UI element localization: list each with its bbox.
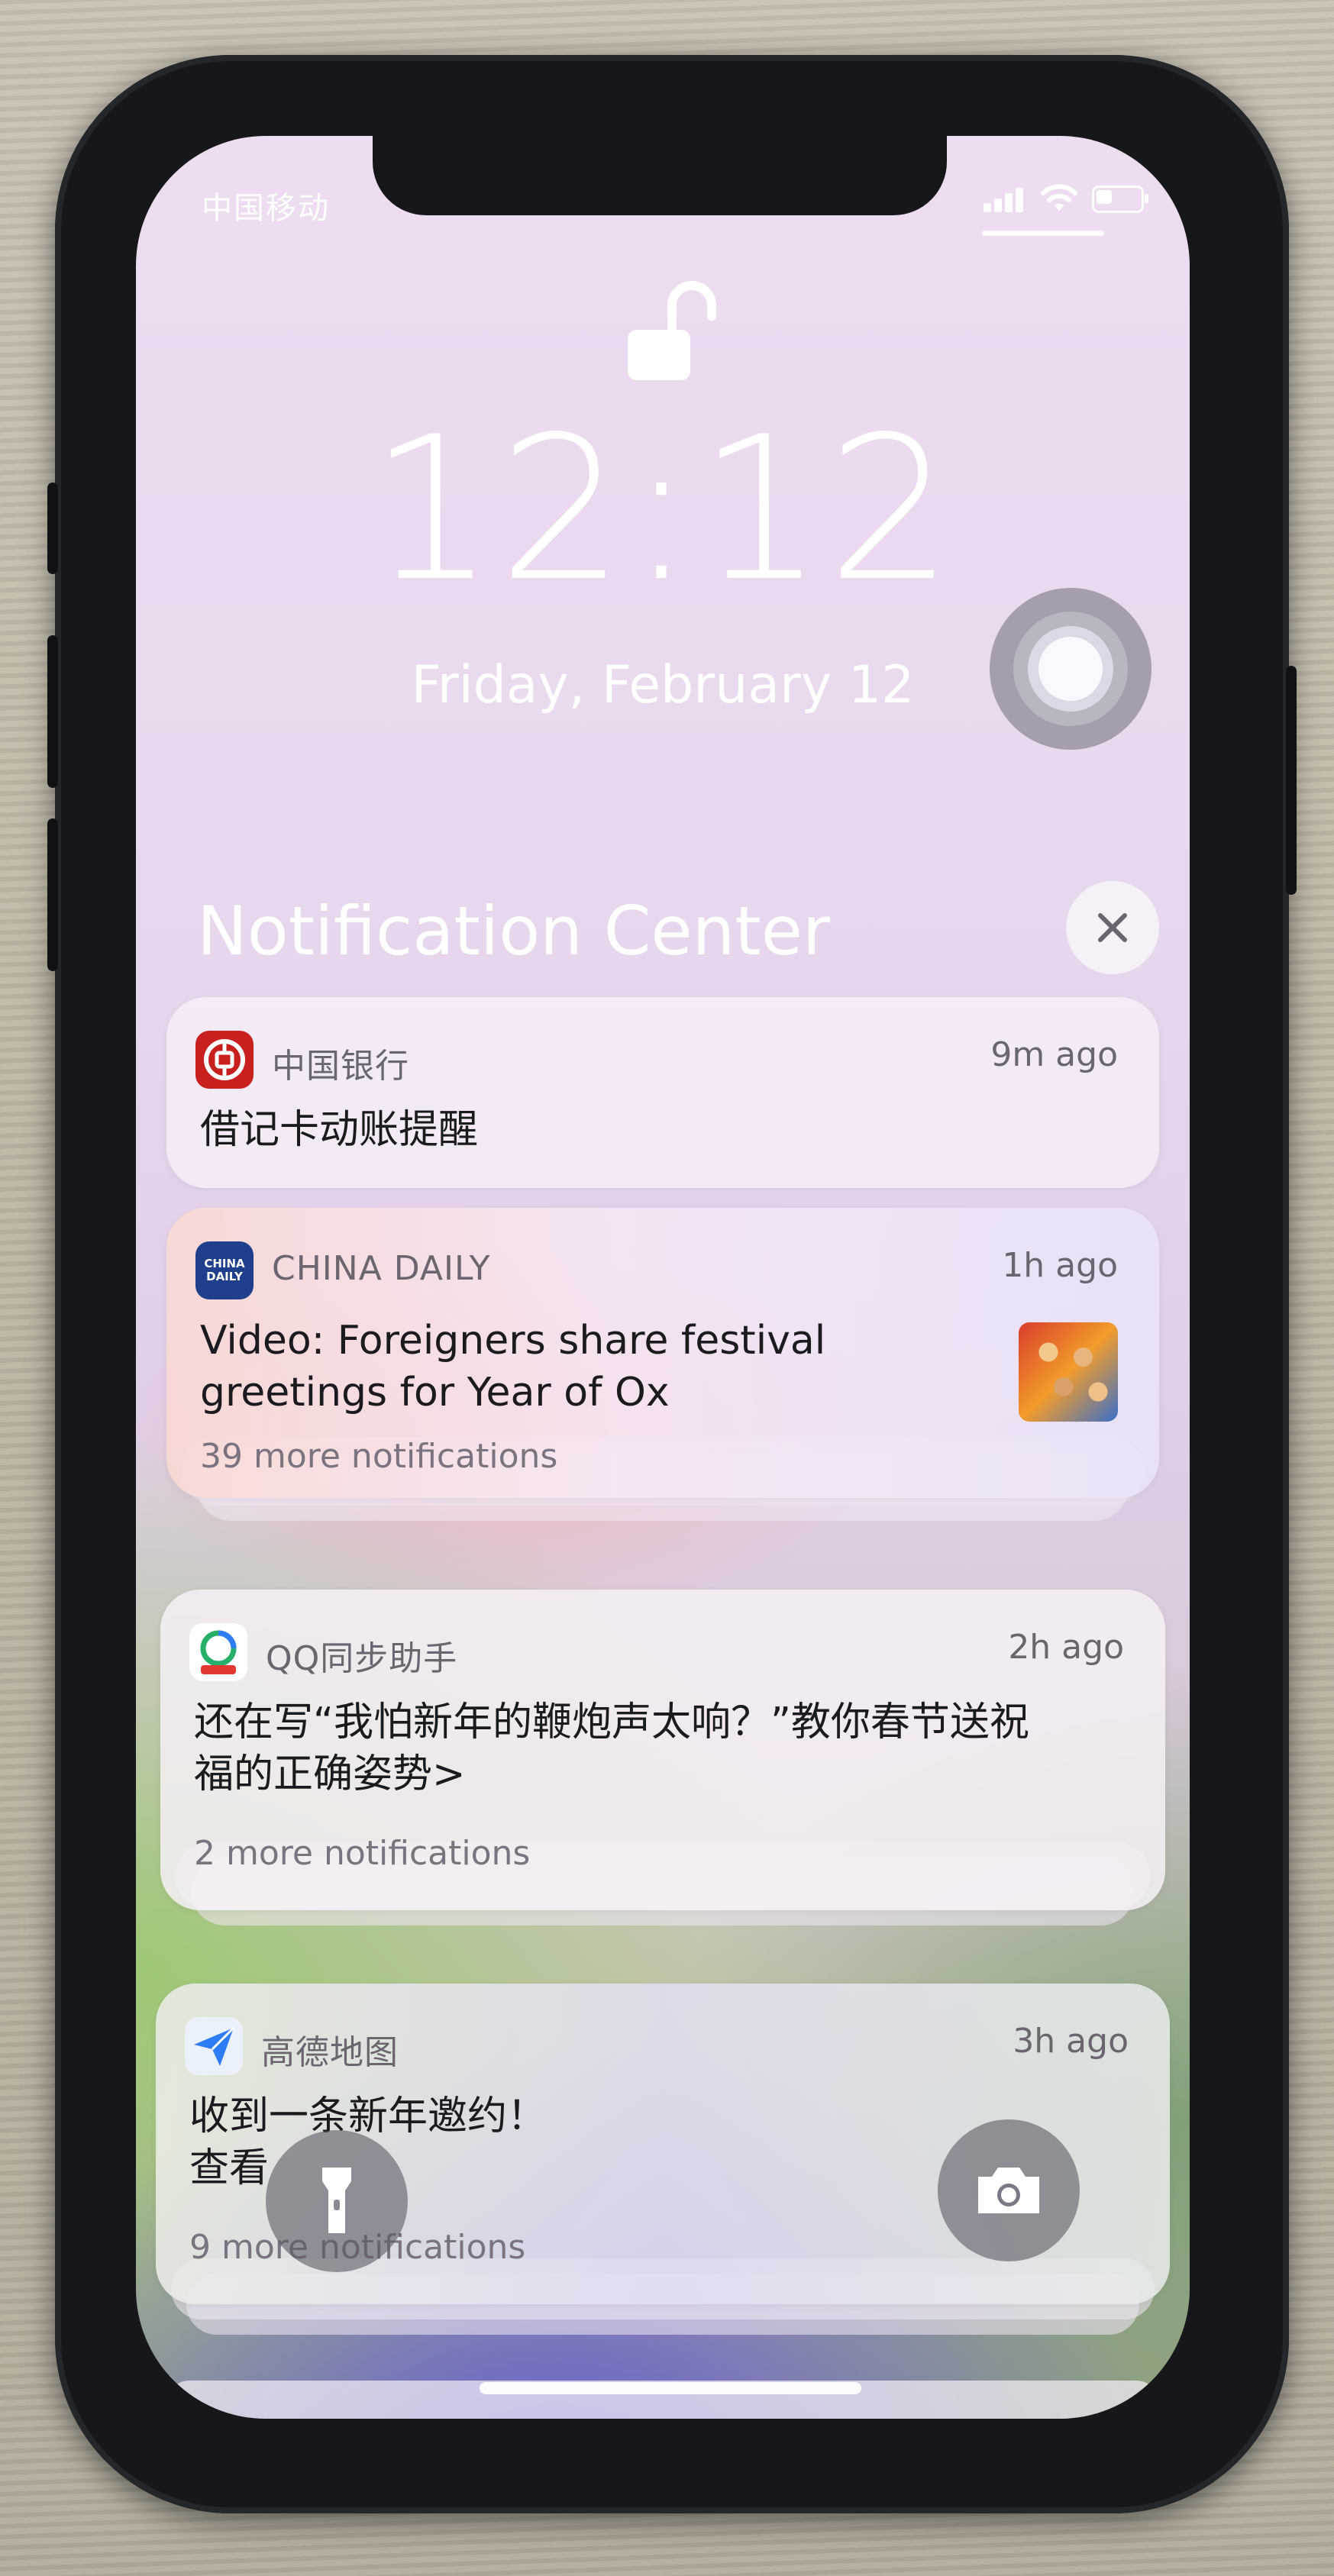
notification-app-name: 高德地图: [261, 2033, 399, 2072]
message-line: 福的正确姿势>: [194, 1751, 466, 1797]
close-icon: [1098, 913, 1127, 942]
flashlight-button[interactable]: [266, 2130, 408, 2272]
flashlight-icon: [322, 2168, 351, 2233]
notification-time: 9m ago: [990, 1035, 1118, 1074]
message-line: 还在写“我怕新年的鞭炮声太响？”教你春节送祝: [194, 1700, 1029, 1745]
notification-app-name: CHINA DAILY: [272, 1249, 491, 1288]
china-daily-icon: CHINA DAILY: [195, 1241, 254, 1299]
camera-icon: [978, 2168, 1039, 2213]
message-line: Video: Foreigners share festival: [200, 1318, 826, 1364]
more-notifications-label: 2 more notifications: [194, 1834, 531, 1873]
notification-china-daily[interactable]: CHINA DAILY CHINA DAILY 1h ago Video: Fo…: [166, 1208, 1159, 1536]
notification-card[interactable]: 中国银行 9m ago 借记卡动账提醒: [166, 997, 1159, 1188]
signal-icon: [984, 186, 1026, 212]
volume-up-button: [47, 635, 58, 788]
more-notifications-label: 39 more notifications: [200, 1437, 558, 1476]
notification-message: 还在写“我怕新年的鞭炮声太响？”教你春节送祝 福的正确姿势>: [194, 1696, 1029, 1800]
notification-app-name: 中国银行: [272, 1047, 409, 1086]
unlocked-padlock-icon: [625, 279, 716, 386]
home-indicator[interactable]: [480, 2382, 861, 2394]
notification-message: Video: Foreigners share festival greetin…: [200, 1315, 825, 1419]
notification-app-name: QQ同步助手: [266, 1639, 458, 1678]
notification-card[interactable]: CHINA DAILY CHINA DAILY 1h ago Video: Fo…: [166, 1208, 1159, 1498]
message-line: greetings for Year of Ox: [200, 1370, 670, 1416]
notch: [373, 136, 947, 215]
battery-level: [1097, 190, 1112, 204]
battery-icon: [1092, 186, 1148, 213]
notification-qq-sync[interactable]: QQ同步助手 2h ago 还在写“我怕新年的鞭炮声太响？”教你春节送祝 福的正…: [160, 1590, 1165, 1948]
lock-time: 12:12: [369, 395, 957, 625]
camera-button[interactable]: [938, 2119, 1080, 2261]
notification-message: 借记卡动账提醒: [200, 1104, 478, 1156]
notification-time: 1h ago: [1002, 1246, 1118, 1285]
wifi-icon: [1040, 183, 1078, 215]
volume-down-button: [47, 818, 58, 971]
silent-switch: [47, 483, 58, 574]
message-line: 收到一条新年邀约！: [189, 2093, 547, 2139]
status-icons: [984, 180, 1148, 218]
control-center-hint[interactable]: [982, 231, 1104, 236]
china-daily-icon-text: DAILY: [206, 1270, 243, 1283]
assistive-touch-button[interactable]: [990, 588, 1152, 750]
notification-bank-of-china[interactable]: 中国银行 9m ago 借记卡动账提醒: [166, 997, 1159, 1188]
qq-sync-icon: [189, 1623, 247, 1681]
power-button: [1286, 666, 1297, 895]
amap-icon: [185, 2017, 243, 2075]
china-daily-icon-text: CHINA: [204, 1257, 245, 1270]
notification-time: 3h ago: [1013, 2022, 1129, 2061]
clear-notifications-button[interactable]: [1066, 881, 1159, 974]
notification-time: 2h ago: [1008, 1628, 1124, 1667]
notification-thumbnail: [1019, 1322, 1118, 1422]
bank-of-china-icon: [195, 1031, 254, 1089]
lock-screen: 中国移动 12:12 Friday, February 12 Notificat…: [136, 136, 1190, 2419]
carrier-label: 中国移动: [202, 191, 330, 226]
notification-center-title: Notification Center: [197, 892, 831, 970]
message-line: 借记卡动账提醒: [200, 1107, 479, 1153]
notification-card[interactable]: QQ同步助手 2h ago 还在写“我怕新年的鞭炮声太响？”教你春节送祝 福的正…: [160, 1590, 1165, 1910]
